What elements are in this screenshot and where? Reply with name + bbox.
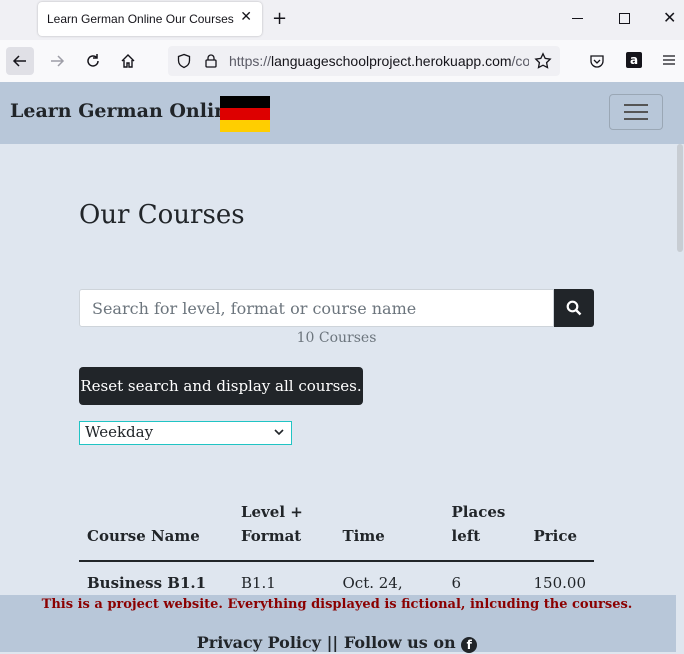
- lock-icon[interactable]: [203, 53, 219, 69]
- weekday-filter-select[interactable]: Weekday: [79, 421, 292, 445]
- tab-close-icon[interactable]: ✕: [240, 9, 252, 25]
- site-brand[interactable]: Learn German Online: [10, 100, 240, 122]
- follow-us-text: Follow us on: [343, 633, 456, 652]
- course-count: 10 Courses: [296, 330, 377, 346]
- header-price: Price: [525, 500, 594, 562]
- browser-tab-strip: Learn German Online Our Courses ✕ + ✕: [0, 0, 684, 40]
- search-icon: [566, 300, 582, 316]
- shield-icon[interactable]: [176, 53, 192, 69]
- header-text: Places: [451, 503, 506, 521]
- back-arrow-icon: [12, 55, 26, 67]
- search-button[interactable]: [554, 289, 594, 327]
- flag-stripe-red: [220, 108, 270, 120]
- footer-separator: ||: [326, 633, 339, 652]
- hamburger-line: [624, 118, 648, 120]
- maximize-icon[interactable]: [619, 13, 630, 24]
- flag-stripe-black: [220, 96, 270, 108]
- minimize-icon[interactable]: [572, 18, 583, 19]
- address-bar[interactable]: https://languageschoolproject.herokuapp.…: [168, 46, 560, 76]
- chevron-down-icon: [274, 429, 284, 436]
- header-places-left: Places left: [443, 500, 526, 562]
- home-icon: [121, 54, 135, 68]
- hamburger-line: [624, 111, 648, 113]
- header-text: Time: [342, 527, 385, 545]
- url-scheme: https://: [229, 53, 272, 69]
- menu-icon[interactable]: [662, 53, 676, 67]
- header-text: Course Name: [87, 527, 200, 545]
- tab-title: Learn German Online Our Courses: [47, 12, 234, 26]
- hamburger-line: [624, 104, 648, 106]
- bookmark-star-icon[interactable]: [534, 52, 552, 70]
- page-scrollbar-thumb[interactable]: [677, 144, 683, 252]
- header-text: Format: [240, 527, 302, 545]
- forward-arrow-icon: [51, 55, 65, 67]
- select-value: Weekday: [85, 423, 154, 441]
- header-text: Price: [533, 527, 578, 545]
- german-flag-icon: [220, 96, 270, 132]
- footer-links: Privacy Policy || Follow us on f: [0, 633, 674, 653]
- window-close-icon[interactable]: ✕: [663, 8, 676, 27]
- header-level-format: Level + Format: [232, 500, 335, 562]
- privacy-policy-link[interactable]: Privacy Policy: [197, 633, 321, 652]
- home-button[interactable]: [114, 47, 142, 75]
- facebook-icon[interactable]: f: [461, 637, 478, 653]
- page-title: Our Courses: [79, 200, 245, 230]
- search-input[interactable]: [79, 289, 554, 327]
- reset-search-button[interactable]: Reset search and display all courses.: [79, 367, 363, 405]
- url-text[interactable]: https://languageschoolproject.herokuapp.…: [229, 53, 529, 69]
- reload-button[interactable]: [79, 47, 107, 75]
- back-button[interactable]: [6, 47, 34, 75]
- disclaimer-text: This is a project website. Everything di…: [41, 597, 633, 612]
- header-course-name: Course Name: [79, 500, 233, 562]
- reload-icon: [87, 54, 99, 67]
- table-header-row: Course Name Level + Format Time Places lef…: [79, 500, 594, 562]
- site-navbar: Learn German Online: [0, 82, 684, 144]
- url-path: /co: [511, 53, 529, 69]
- browser-tab[interactable]: Learn German Online Our Courses ✕: [38, 2, 262, 36]
- browser-toolbar: https://languageschoolproject.herokuapp.…: [0, 40, 684, 83]
- site-footer: This is a project website. Everything di…: [0, 595, 684, 653]
- url-host: languageschoolproject.herokuapp.com: [271, 53, 512, 69]
- new-tab-button[interactable]: +: [272, 8, 287, 29]
- header-time: Time: [334, 500, 444, 562]
- header-text: left: [451, 527, 481, 545]
- navbar-toggle-button[interactable]: [609, 94, 663, 130]
- pocket-icon[interactable]: [589, 53, 605, 69]
- amazon-extension-icon[interactable]: a: [626, 52, 642, 68]
- flag-stripe-gold: [220, 120, 270, 132]
- header-text: Level +: [240, 503, 303, 521]
- forward-button[interactable]: [43, 47, 71, 75]
